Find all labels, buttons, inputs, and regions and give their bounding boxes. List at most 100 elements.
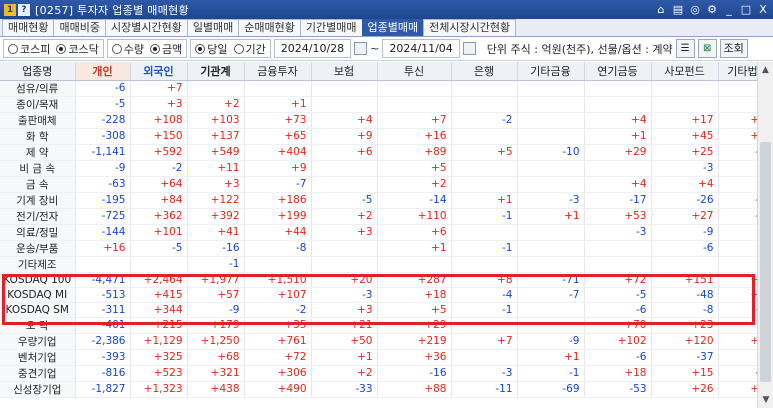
table-row[interactable]: 출판매체-228+108+103+73+4+7-2+4+17+17 (0, 112, 773, 129)
scroll-up-icon[interactable]: ▲ (758, 62, 773, 78)
scroll-down-icon[interactable]: ▼ (758, 392, 773, 408)
unit-label: 단위 주식 : 억원(천주), 선물/옵션 : 계약 (486, 42, 673, 56)
radio-today[interactable]: 당일 (195, 41, 228, 57)
value-cell (451, 160, 518, 177)
radio-today-circle[interactable] (195, 43, 206, 54)
table-row[interactable]: 신성장기업 -1,827 +1,323 +438 +490 -33 +88 -11 -69 -53… (0, 381, 773, 398)
calendar-icon[interactable] (354, 42, 368, 55)
tab-6[interactable]: 업종별매매 (361, 19, 425, 36)
tab-0[interactable]: 매매현황 (2, 19, 55, 36)
value-cell: -2 (451, 112, 518, 129)
minimize-button[interactable]: _ (723, 3, 735, 16)
value-cell: +438 (187, 381, 245, 398)
radio-amount[interactable]: 금액 (150, 41, 182, 57)
value-cell (451, 176, 518, 193)
value-cell: -513 (75, 287, 131, 303)
value-cell: +44 (244, 224, 312, 241)
tab-4[interactable]: 순매매현황 (238, 19, 301, 36)
restore-icon[interactable]: ◎ (689, 3, 701, 16)
settings-icon[interactable]: ⚙ (706, 3, 718, 16)
column-header[interactable]: 금융투자 (244, 62, 312, 81)
table-row[interactable]: 화 학-308+150+137+65+9+16+1+45+24 (0, 128, 773, 145)
table-row[interactable]: KOSDAQ 100 -4,471 +2,464 +1,977 +1,510 +20 +28… (0, 272, 773, 288)
tab-7[interactable]: 전체시장시간현황 (423, 19, 517, 36)
column-header[interactable]: 개인 (75, 62, 131, 81)
print-icon[interactable]: ▤ (672, 3, 684, 16)
tab-3[interactable]: 일별매매 (186, 19, 240, 36)
radio-period[interactable]: 기간 (233, 41, 266, 57)
radio-amount-circle[interactable] (150, 43, 160, 54)
value-cell (451, 96, 518, 113)
tab-1[interactable]: 매매비중 (53, 19, 106, 36)
value-cell: +36 (377, 349, 452, 366)
radio-kosdaq[interactable]: 코스닥 (56, 41, 99, 57)
table-row[interactable]: 우량기업 -2,386 +1,129 +1,250 +761 +50 +219 +7 -9 +10… (0, 333, 773, 350)
column-header[interactable]: 업종명 (0, 62, 76, 81)
column-header[interactable]: 연기금등 (584, 62, 652, 81)
table-row[interactable]: KOSDAQ SM-311+344-9-2+3+5-1-6-8-24 (0, 302, 773, 318)
value-cell: +120 (651, 333, 719, 350)
excel-icon[interactable]: ⊠ (697, 39, 717, 58)
value-cell: +26 (651, 381, 719, 398)
table-row[interactable]: 제 약-1,141+592+549+404+6+89+5-10+29+25-22 (0, 144, 773, 161)
table-row[interactable]: 의료/정밀-144+101+41+44+3+6-3-9+1 (0, 224, 773, 241)
table-row[interactable]: 기타제조 -1 (0, 256, 773, 273)
value-cell: +41 (187, 224, 245, 241)
table-row[interactable]: 금 속-63+64+3-7+2+4+4-5 (0, 176, 773, 193)
window-title: [0257] 투자자 업종별 매매현황 (35, 3, 189, 17)
radio-quantity-circle[interactable] (111, 43, 122, 54)
table-row[interactable]: 운송/부품+16-5-16-8+1-1-6+3 (0, 240, 773, 257)
maximize-button[interactable]: □ (740, 3, 752, 16)
table-row[interactable]: 중견기업-816+523+321+306+2-16-3-1+18+15-29 (0, 365, 773, 382)
value-cell (244, 256, 312, 273)
column-header[interactable]: 기타금융 (517, 62, 585, 81)
scroll-thumb[interactable] (760, 142, 771, 382)
table-row[interactable]: 섬유/의류 -6 +7 (0, 80, 773, 97)
help-icon[interactable]: ? (18, 3, 30, 16)
table-row[interactable]: 기계 장비-195+84+122+186-5-14+1-3-17-26-10 (0, 192, 773, 209)
list-icon[interactable]: ☰ (675, 39, 695, 58)
tab-2[interactable]: 시장별시간현황 (104, 19, 188, 36)
tab-5[interactable]: 기간별매매 (299, 19, 363, 36)
radio-period-circle[interactable] (233, 43, 244, 54)
tool-icon[interactable]: ⌂ (655, 3, 667, 16)
value-cell (244, 80, 312, 97)
column-header[interactable]: 기관계 (187, 62, 245, 81)
date-to-input[interactable]: 2024/11/04 (382, 39, 460, 58)
table-row[interactable]: 비 금 속 -9 -2 +11 +9 +5 -3 (0, 160, 773, 177)
query-button[interactable]: 조회 (719, 39, 748, 58)
column-header[interactable]: 은행 (451, 62, 518, 81)
sector-name: 섬유/의류 (0, 80, 76, 97)
sector-name: 비 금 속 (0, 160, 76, 177)
value-cell: -26 (651, 192, 719, 209)
value-cell: -7 (517, 287, 585, 303)
table-row[interactable]: KOSDAQ MI-513+415+57+107-3+18-4-7-5-48+3… (0, 287, 773, 303)
sector-name: 기계 장비 (0, 192, 76, 209)
table-row[interactable]: 전기/전자-725+362+392+199+2+110-1+1+53+27-29 (0, 208, 773, 225)
table-row[interactable]: 오 락-401+215+179+35+21+29+70+23+6 (0, 317, 773, 334)
radio-kospi[interactable]: 코스피 (8, 41, 50, 57)
table-row[interactable]: 벤처기업 -393 +325 +68 +72 +1 +36 +1 -6 -37 (0, 349, 773, 366)
calendar-icon[interactable] (462, 42, 476, 55)
value-cell: -16 (187, 240, 245, 257)
vertical-scrollbar[interactable]: ▲ ▼ (757, 62, 773, 408)
sector-name: 제 약 (0, 144, 76, 161)
radio-kospi-circle[interactable] (8, 43, 18, 54)
value-cell: +15 (651, 365, 719, 382)
value-cell: +1,510 (244, 272, 312, 288)
value-cell: +72 (584, 272, 652, 288)
close-button[interactable]: X (757, 3, 769, 16)
column-header[interactable]: 투신 (377, 62, 452, 81)
date-from-input[interactable]: 2024/10/28 (273, 39, 352, 58)
value-cell: +3 (187, 176, 245, 193)
value-cell: +18 (377, 287, 452, 303)
value-cell: +11 (187, 160, 245, 177)
column-header[interactable]: 보험 (311, 62, 378, 81)
radio-kosdaq-circle[interactable] (56, 43, 67, 54)
radio-quantity[interactable]: 수량 (111, 41, 144, 57)
value-cell: +3 (130, 96, 188, 113)
value-cell: +4 (651, 176, 719, 193)
column-header[interactable]: 사모펀드 (651, 62, 719, 81)
table-row[interactable]: 종이/목재 -5 +3 +2 +1 (0, 96, 773, 113)
column-header[interactable]: 외국인 (130, 62, 188, 81)
